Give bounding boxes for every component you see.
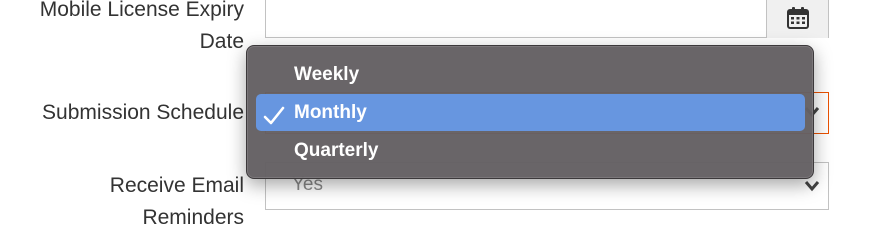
expiry-date-label-line2: Date [199,30,244,53]
submission-schedule-label: Submission Schedule [42,101,244,124]
option-monthly[interactable]: Monthly [256,94,805,131]
calendar-icon [787,7,809,29]
calendar-button[interactable] [766,0,828,38]
email-reminders-label-line1: Receive Email [109,174,244,197]
submission-schedule-dropdown: Weekly Monthly Quarterly [246,45,814,179]
expiry-date-input[interactable] [265,0,829,38]
chevron-down-icon [804,179,820,197]
option-weekly[interactable]: Weekly [256,56,805,93]
expiry-date-label-line1: Mobile License Expiry [39,0,244,21]
option-quarterly[interactable]: Quarterly [256,132,805,169]
email-reminders-label-line2: Reminders [142,206,244,229]
